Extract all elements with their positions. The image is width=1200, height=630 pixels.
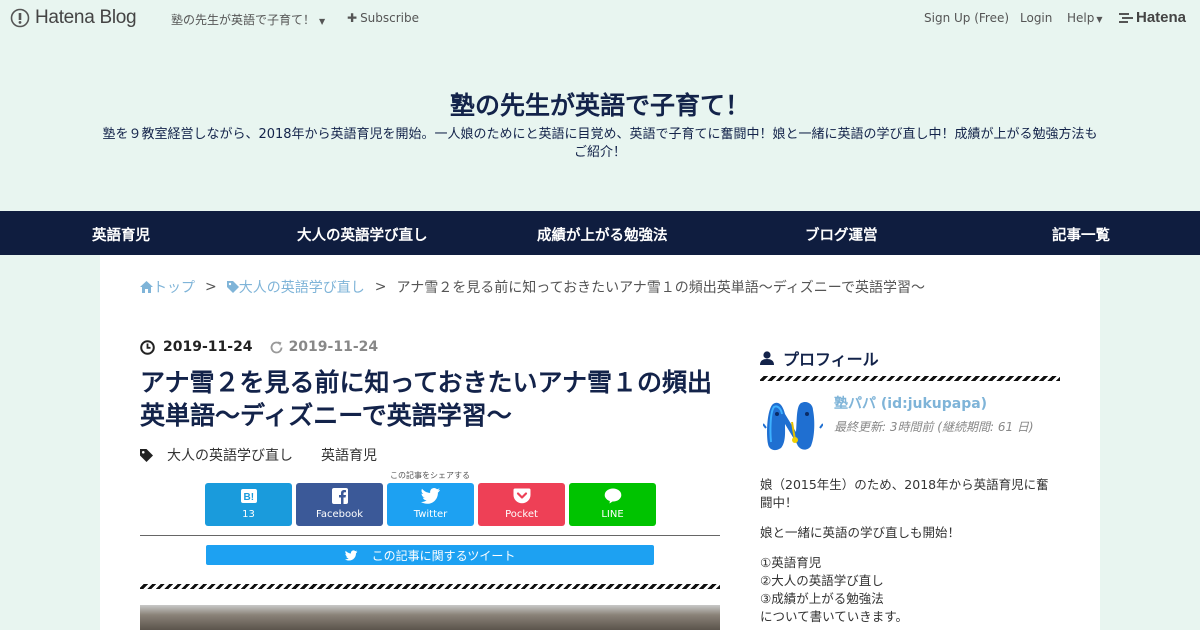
subscribe-button[interactable]: ✚ Subscribe — [347, 11, 419, 25]
hatebu-count: 13 — [242, 509, 255, 520]
twitter-icon — [420, 488, 440, 504]
breadcrumb-category[interactable]: 大人の英語学び直し — [226, 277, 365, 297]
nav-item-manabinaoshi[interactable]: 大人の英語学び直し — [297, 224, 428, 245]
blog-title[interactable]: 塾の先生が英語で子育て！ — [0, 86, 1200, 122]
help-label: Help — [1067, 11, 1095, 25]
profile-heading: プロフィール — [760, 346, 879, 370]
logo-text: Hatena Blog — [35, 7, 137, 28]
blog-menu[interactable]: 塾の先生が英語で子育て！ ▼ — [171, 11, 325, 28]
profile-text: 娘（2015年生）のため、2018年から英語育児に奮闘中！ 娘と一緒に英語の学び… — [760, 476, 1060, 626]
divider — [140, 535, 720, 536]
login-link[interactable]: Login — [1020, 11, 1052, 25]
blog-description: 塾を９教室経営しながら、2018年から英語育児を開始。一人娘のためにと英語に目覚… — [102, 127, 1098, 160]
category-link[interactable]: 大人の英語学び直し — [167, 445, 293, 465]
breadcrumb-separator: > — [374, 279, 387, 295]
hatena-logo[interactable]: Hatena — [1119, 9, 1186, 26]
posted-date[interactable]: 2019-11-24 — [163, 339, 253, 355]
profile-list-item: ①英語育児 — [760, 555, 822, 570]
stripe-divider — [140, 584, 720, 589]
svg-text:B!: B! — [243, 492, 254, 503]
profile-heading-label: プロフィール — [783, 350, 879, 369]
pocket-icon — [513, 488, 530, 504]
user-icon — [760, 351, 774, 365]
avatar[interactable] — [763, 394, 823, 454]
entry-title[interactable]: アナ雪２を見る前に知っておきたいアナ雪１の頻出英単語～ディズニーで英語学習～ — [140, 366, 720, 432]
hatebu-icon: B! — [240, 489, 257, 503]
nav-item-benkyouhou[interactable]: 成績が上がる勉強法 — [537, 224, 668, 245]
profile-list-item: ③成績が上がる勉強法 — [760, 591, 884, 606]
breadcrumb-separator: > — [205, 279, 217, 295]
profile-paragraph: 娘と一緒に英語の学び直しも開始！ — [760, 525, 961, 540]
tag-icon — [140, 448, 153, 462]
home-icon — [140, 281, 153, 293]
hatena-blog-logo-icon — [10, 8, 30, 28]
updated-date: 2019-11-24 — [288, 339, 379, 355]
breadcrumb-top-label: トップ — [153, 280, 195, 296]
line-share-button[interactable]: LINE — [569, 483, 656, 526]
breadcrumb-current: アナ雪２を見る前に知っておきたいアナ雪１の頻出英単語～ディズニーで英語学習～ — [396, 280, 925, 296]
related-tweets-label: この記事に関するツイート — [371, 548, 516, 563]
twitter-icon — [344, 549, 357, 561]
refresh-icon — [270, 341, 282, 353]
line-icon — [604, 488, 621, 504]
nav-item-blog-unei[interactable]: ブログ運営 — [805, 224, 878, 245]
entry-dates: 2019-11-24 2019-11-24 — [140, 339, 378, 355]
profile-list-item: について書いていきます。 — [760, 609, 909, 624]
nav-item-eigo-ikuji[interactable]: 英語育児 — [92, 224, 150, 245]
eyecatch-image — [140, 605, 720, 630]
signup-link[interactable]: Sign Up (Free) — [924, 11, 1009, 25]
facebook-share-button[interactable]: Facebook — [296, 483, 383, 526]
hatena-blog-logo[interactable]: Hatena Blog — [10, 6, 137, 30]
pocket-share-button[interactable]: Pocket — [478, 483, 565, 526]
profile-list-item: ②大人の英語学び直し — [760, 573, 884, 588]
profile-paragraph: 娘（2015年生）のため、2018年から英語育児に奮闘中！ — [760, 477, 1049, 510]
profile-name-link[interactable]: 塾パパ (id:jukupapa) — [834, 393, 987, 413]
content-area: トップ > 大人の英語学び直し > アナ雪２を見る前に知っておきたいアナ雪１の頻… — [100, 255, 1100, 630]
subscribe-label: Subscribe — [360, 11, 420, 25]
line-label: LINE — [601, 509, 624, 520]
breadcrumb-top[interactable]: トップ — [140, 277, 195, 297]
facebook-icon — [331, 488, 348, 504]
plus-icon: ✚ — [347, 11, 358, 25]
entry-categories: 大人の英語学び直し 英語育児 — [140, 445, 377, 465]
profile-list: ①英語育児 ②大人の英語学び直し ③成績が上がる勉強法 について書いていきます。 — [760, 554, 1060, 626]
pocket-label: Pocket — [505, 509, 538, 520]
breadcrumb-category-label: 大人の英語学び直し — [238, 280, 365, 296]
hatena-logo-icon — [1119, 12, 1133, 23]
tag-icon — [226, 281, 239, 293]
twitter-label: Twitter — [413, 509, 448, 520]
stripe-divider — [760, 376, 1060, 381]
share-caption: この記事をシェアする — [390, 471, 470, 480]
facebook-label: Facebook — [316, 509, 363, 520]
category-link[interactable]: 英語育児 — [321, 445, 377, 465]
hatebu-share-button[interactable]: B! 13 — [205, 483, 292, 526]
clock-icon — [140, 339, 155, 355]
blog-menu-label: 塾の先生が英語で子育て！ — [171, 13, 316, 27]
breadcrumb: トップ > 大人の英語学び直し > アナ雪２を見る前に知っておきたいアナ雪１の頻… — [140, 277, 925, 297]
nav-item-archive[interactable]: 記事一覧 — [1052, 224, 1110, 245]
global-header: Hatena Blog 塾の先生が英語で子育て！ ▼ ✚ Subscribe Sig… — [0, 0, 1200, 36]
hatena-label: Hatena — [1136, 9, 1187, 26]
caret-down-icon: ▼ — [319, 17, 326, 26]
related-tweets-button[interactable]: この記事に関するツイート — [206, 545, 654, 565]
global-nav: 英語育児 大人の英語学び直し 成績が上がる勉強法 ブログ運営 記事一覧 — [0, 211, 1200, 255]
profile-updated: 最終更新: 3時間前 (継続期間: 61 日) — [834, 420, 1034, 434]
twitter-share-button[interactable]: Twitter — [387, 483, 474, 526]
caret-down-icon: ▼ — [1096, 15, 1103, 24]
help-menu[interactable]: Help ▼ — [1067, 11, 1103, 25]
